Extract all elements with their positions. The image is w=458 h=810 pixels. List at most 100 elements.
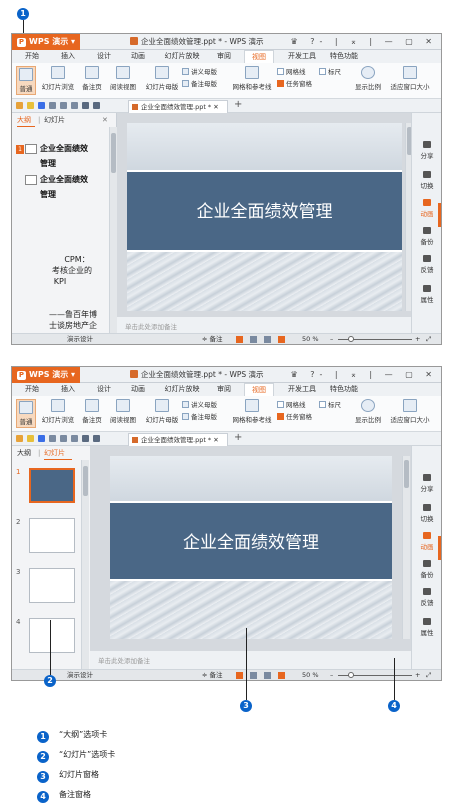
normal-view-status-icon[interactable] — [236, 336, 243, 343]
share-button[interactable]: 分享 — [412, 141, 441, 160]
transition-button[interactable]: 切换 — [412, 171, 441, 190]
menu-design[interactable]: 设计 — [92, 383, 116, 396]
normal-view-status-icon[interactable] — [236, 672, 243, 679]
menu-review[interactable]: 审阅 — [212, 383, 236, 396]
slide-canvas[interactable]: 企业全面绩效管理 — [127, 123, 402, 311]
slide-title[interactable]: 企业全面绩效管理 — [110, 528, 392, 553]
share-button[interactable]: 分享 — [412, 474, 441, 493]
zoom-slider-knob[interactable] — [348, 336, 354, 342]
menu-home[interactable]: 开始 — [20, 383, 44, 396]
task-pane-checkbox[interactable]: 任务窗格 — [277, 413, 312, 422]
notes-pane[interactable]: 单击此处添加备注 — [90, 651, 413, 671]
zoom-out-icon[interactable]: – — [330, 670, 333, 680]
outline-item-2-cont[interactable]: 管理 — [40, 188, 56, 201]
status-design[interactable]: 演示设计 — [67, 670, 93, 680]
notes-toggle[interactable]: ≑ 备注 — [202, 334, 223, 344]
zoom-button[interactable]: 显示比例 — [352, 399, 384, 424]
format-painter-icon[interactable] — [71, 435, 78, 442]
outline-item-2[interactable]: 企业全面绩效 — [40, 173, 88, 186]
outline-text-line[interactable]: 士谈房地产企 — [40, 320, 106, 331]
backup-button[interactable]: 备份 — [412, 560, 441, 579]
reading-view-status-icon[interactable] — [264, 672, 271, 679]
ruler-checkbox[interactable]: 标尺 — [319, 401, 341, 410]
feedback-button[interactable]: 反馈 — [412, 588, 441, 607]
window-controls[interactable]: ♛ ?- | ⌅ | — ▢ ✕ — [291, 367, 437, 383]
reading-view-button[interactable]: 阅读视图 — [108, 399, 138, 424]
handout-master-button[interactable]: 讲义母版 — [182, 68, 217, 77]
outline-scrollbar[interactable] — [109, 127, 117, 335]
reading-view-status-icon[interactable] — [264, 336, 271, 343]
slide-master-button[interactable]: 幻灯片母版 — [144, 399, 180, 424]
backup-button[interactable]: 备份 — [412, 227, 441, 246]
print-icon[interactable] — [49, 102, 56, 109]
panel-close-icon[interactable]: ✕ — [102, 113, 108, 127]
slide-thumbnail-3[interactable] — [29, 568, 75, 603]
zoom-button[interactable]: 显示比例 — [352, 66, 384, 91]
window-controls[interactable]: ♛ ?- | ⌅ | — ▢ ✕ — [291, 34, 437, 50]
undo-icon[interactable] — [82, 435, 89, 442]
slide-sorter-button[interactable]: 幻灯片浏览 — [39, 66, 77, 91]
tab-outline[interactable]: 大纲 — [17, 446, 35, 460]
zoom-out-icon[interactable]: – — [330, 334, 333, 344]
slide-scrollbar[interactable] — [402, 456, 410, 639]
new-icon[interactable] — [16, 435, 23, 442]
notes-toggle[interactable]: ≑ 备注 — [202, 670, 223, 680]
slide-thumbnail-4[interactable] — [29, 618, 75, 653]
save-icon[interactable] — [38, 435, 45, 442]
menu-view[interactable]: 视图 — [244, 383, 274, 396]
outline-text-line[interactable]: KPI — [40, 276, 80, 287]
new-tab-icon[interactable]: + — [234, 99, 242, 110]
normal-view-button[interactable]: 普通 — [16, 399, 36, 428]
slideshow-status-icon[interactable] — [278, 336, 285, 343]
redo-icon[interactable] — [93, 102, 100, 109]
outline-text-line[interactable]: CPM： — [52, 254, 102, 265]
slide-sorter-button[interactable]: 幻灯片浏览 — [39, 399, 77, 424]
notes-master-button[interactable]: 备注母版 — [182, 80, 217, 89]
task-pane-checkbox[interactable]: 任务窗格 — [277, 80, 312, 89]
normal-view-button[interactable]: 普通 — [16, 66, 36, 95]
menu-developer[interactable]: 开发工具 — [284, 383, 320, 396]
slideshow-status-icon[interactable] — [278, 672, 285, 679]
zoom-in-icon[interactable]: + — [415, 334, 420, 344]
zoom-slider-knob[interactable] — [348, 672, 354, 678]
feedback-button[interactable]: 反馈 — [412, 255, 441, 274]
fit-icon[interactable]: ⤢ — [426, 670, 431, 680]
properties-button[interactable]: 属性 — [412, 285, 441, 304]
print-icon[interactable] — [49, 435, 56, 442]
undo-icon[interactable] — [82, 102, 89, 109]
open-icon[interactable] — [27, 435, 34, 442]
status-design[interactable]: 演示设计 — [67, 334, 93, 344]
slide-master-button[interactable]: 幻灯片母版 — [144, 66, 180, 91]
tab-outline[interactable]: 大纲 — [17, 113, 35, 127]
fit-window-button[interactable]: 适应窗口大小 — [386, 66, 434, 91]
zoom-in-icon[interactable]: + — [415, 670, 420, 680]
tab-slides[interactable]: 幻灯片 — [44, 113, 72, 127]
fit-window-button[interactable]: 适应窗口大小 — [386, 399, 434, 424]
menu-review[interactable]: 审阅 — [212, 50, 236, 63]
outline-item-1-cont[interactable]: 管理 — [40, 157, 56, 170]
sorter-view-status-icon[interactable] — [250, 336, 257, 343]
properties-button[interactable]: 属性 — [412, 618, 441, 637]
outline-item-1[interactable]: 企业全面绩效 — [40, 142, 88, 155]
slide-canvas[interactable]: 企业全面绩效管理 — [110, 456, 392, 639]
document-tab[interactable]: 企业全面绩效管理.ppt * ✕ — [128, 100, 228, 113]
thumbnail-scroll-thumb[interactable] — [83, 466, 88, 496]
document-tab[interactable]: 企业全面绩效管理.ppt * ✕ — [128, 433, 228, 446]
format-painter-icon[interactable] — [71, 102, 78, 109]
tab-slides[interactable]: 幻灯片 — [44, 446, 72, 460]
sorter-view-status-icon[interactable] — [250, 672, 257, 679]
outline-scroll-thumb[interactable] — [111, 133, 116, 173]
menu-animation[interactable]: 动画 — [126, 383, 150, 396]
preview-icon[interactable] — [60, 102, 67, 109]
thumbnail-scrollbar[interactable] — [81, 460, 89, 671]
slide-thumbnail-2[interactable] — [29, 518, 75, 553]
save-icon[interactable] — [38, 102, 45, 109]
preview-icon[interactable] — [60, 435, 67, 442]
gridlines-checkbox[interactable]: 网格线 — [277, 68, 306, 77]
menu-view[interactable]: 视图 — [244, 50, 274, 63]
slide-scroll-thumb[interactable] — [404, 460, 409, 488]
menu-insert[interactable]: 插入 — [56, 383, 80, 396]
grid-guides-button[interactable]: 网格和参考线 — [230, 399, 274, 424]
menu-insert[interactable]: 插入 — [56, 50, 80, 63]
slide-thumbnail-1[interactable] — [29, 468, 75, 503]
